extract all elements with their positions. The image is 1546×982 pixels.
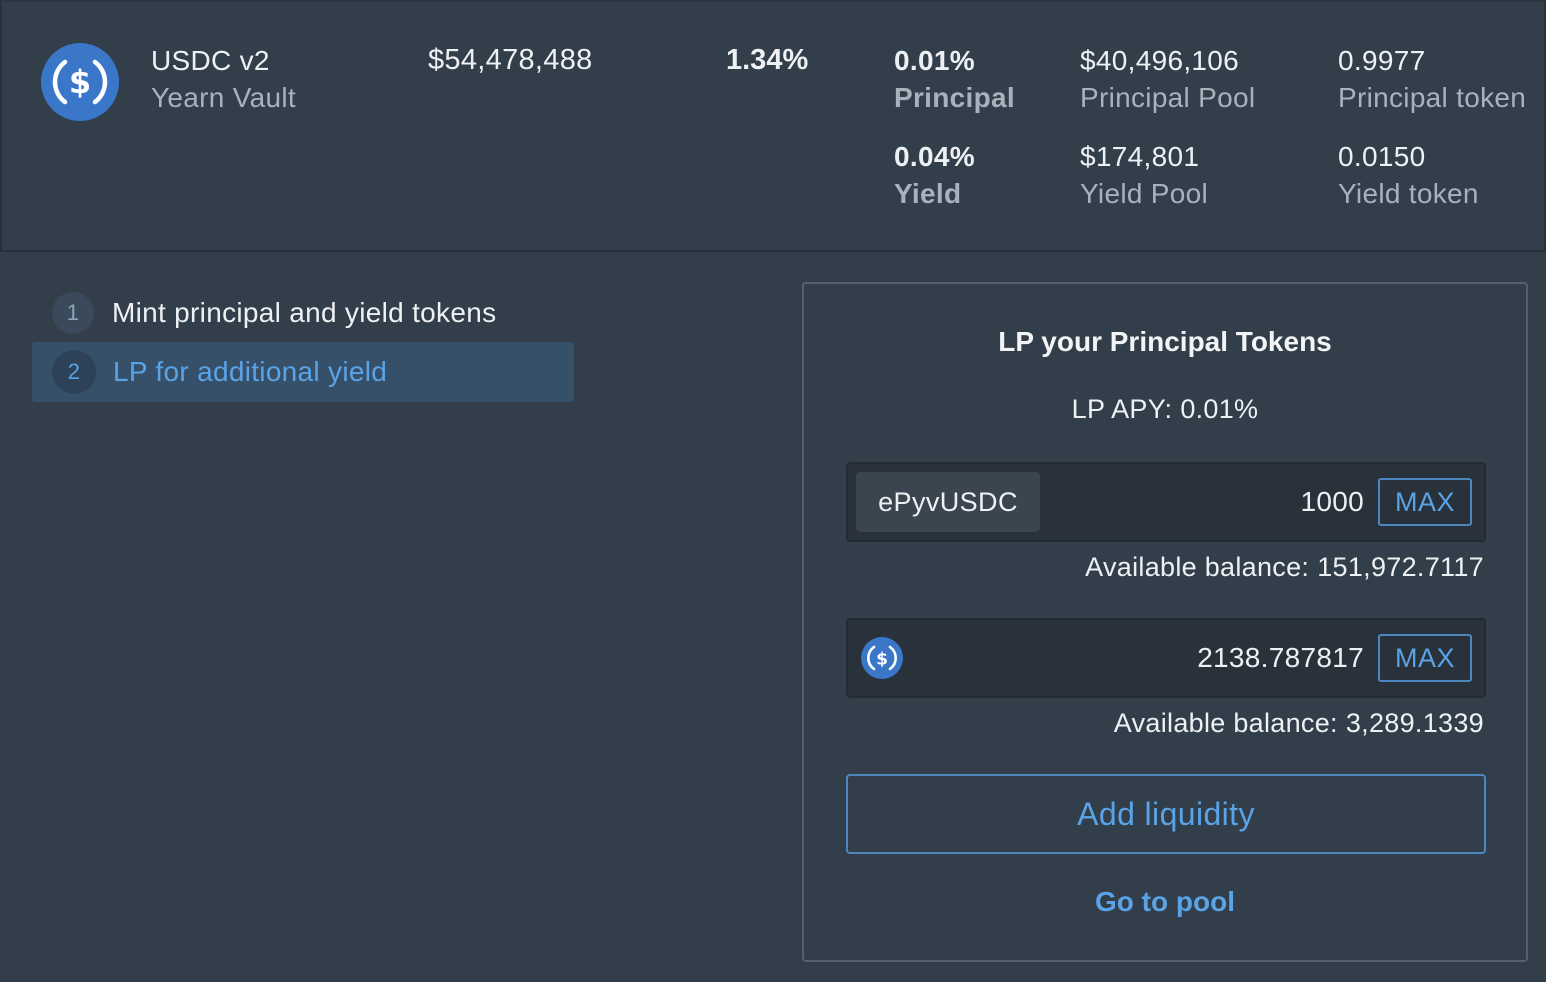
- vault-subtitle: Yearn Vault: [151, 82, 296, 113]
- yield-pool-label: Yield Pool: [1080, 178, 1209, 209]
- step-number: 2: [52, 350, 96, 394]
- svg-text:$: $: [69, 63, 91, 101]
- vault-apy: 1.34%: [726, 44, 809, 76]
- token-selector: ePyvUSDC: [856, 472, 1040, 532]
- available-balance: Available balance: 151,972.7117: [1085, 552, 1484, 583]
- lp-apy-label: LP APY:: [1071, 394, 1173, 424]
- go-to-pool-link[interactable]: Go to pool: [804, 886, 1526, 918]
- step-lp[interactable]: 2 LP for additional yield: [32, 342, 574, 402]
- yield-apy-label: Yield: [894, 178, 962, 209]
- lp-card: LP your Principal Tokens LP APY: 0.01% eP…: [802, 282, 1528, 962]
- usdc-icon: $: [861, 637, 903, 679]
- add-liquidity-button[interactable]: Add liquidity: [846, 774, 1486, 854]
- amount-input[interactable]: 2138.787817: [1197, 620, 1364, 696]
- usdc-icon: $: [41, 43, 119, 121]
- principal-apy-label: Principal: [894, 82, 1015, 113]
- lp-apy: LP APY: 0.01%: [804, 394, 1526, 425]
- step-label: LP for additional yield: [113, 356, 388, 387]
- card-title: LP your Principal Tokens: [998, 326, 1332, 357]
- yield-token-price: 0.0150: [1338, 141, 1426, 172]
- step-number: 1: [52, 292, 94, 334]
- balance-label: Available balance:: [1085, 552, 1310, 582]
- svg-text:$: $: [876, 650, 888, 670]
- base-token-input[interactable]: $ 2138.787817 MAX: [846, 618, 1486, 698]
- principal-pool-label: Principal Pool: [1080, 82, 1256, 113]
- principal-token-input[interactable]: ePyvUSDC 1000 MAX: [846, 462, 1486, 542]
- principal-token-label: Principal token: [1338, 82, 1527, 113]
- vault-name: USDC v2: [151, 45, 270, 76]
- vault-summary-row[interactable]: $ USDC v2 Yearn Vault $54,478,488 1.34% …: [0, 0, 1546, 252]
- balance-value: 151,972.7117: [1317, 552, 1484, 582]
- max-button[interactable]: MAX: [1378, 634, 1472, 682]
- yield-pool-value: $174,801: [1080, 141, 1200, 172]
- vault-tvl: $54,478,488: [428, 44, 593, 76]
- yield-apy: 0.04%: [894, 141, 975, 172]
- principal-apy: 0.01%: [894, 45, 975, 76]
- step-mint[interactable]: 1 Mint principal and yield tokens: [52, 292, 496, 334]
- max-button[interactable]: MAX: [1378, 478, 1472, 526]
- lp-apy-value: 0.01%: [1180, 394, 1259, 424]
- principal-pool-value: $40,496,106: [1080, 45, 1240, 76]
- principal-token-price: 0.9977: [1338, 45, 1426, 76]
- step-label: Mint principal and yield tokens: [112, 297, 497, 328]
- balance-value: 3,289.1339: [1345, 708, 1484, 738]
- available-balance: Available balance: 3,289.1339: [1114, 708, 1484, 739]
- amount-input[interactable]: 1000: [1301, 464, 1365, 540]
- balance-label: Available balance:: [1113, 708, 1338, 738]
- yield-token-label: Yield token: [1338, 178, 1479, 209]
